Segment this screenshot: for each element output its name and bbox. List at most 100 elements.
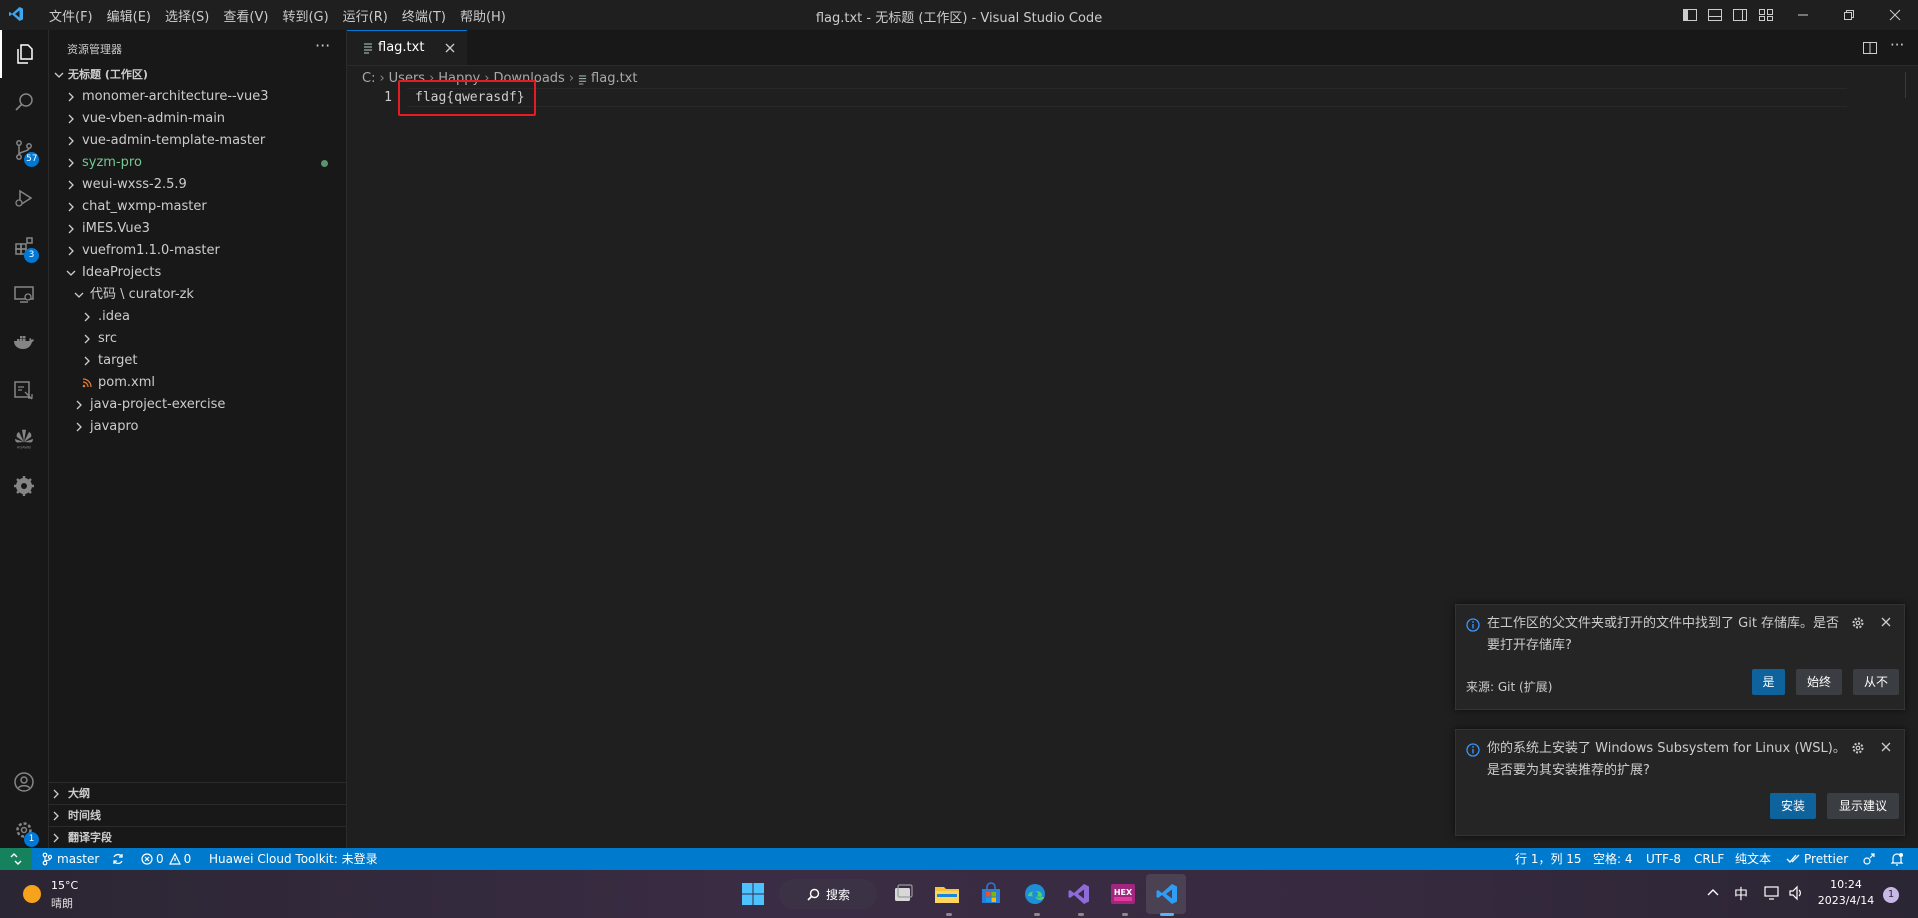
visual-studio-icon[interactable]: [1064, 879, 1094, 909]
chevron-right-icon: [51, 811, 61, 821]
menu-help[interactable]: 帮助(H): [453, 6, 513, 25]
toggle-panel-icon[interactable]: [1707, 7, 1723, 23]
huawei-status[interactable]: Huawei Cloud Toolkit: 未登录: [209, 848, 378, 870]
install-button[interactable]: 安装: [1770, 793, 1816, 819]
editor-more-icon[interactable]: ···: [1890, 36, 1904, 54]
notification-count-badge[interactable]: 1: [1883, 887, 1899, 903]
clock-time[interactable]: 10:24: [1822, 878, 1870, 891]
never-button[interactable]: 从不: [1853, 669, 1899, 695]
close-tab-icon[interactable]: [444, 42, 456, 54]
network-icon[interactable]: [1764, 885, 1780, 901]
project-manager-icon[interactable]: [0, 366, 48, 414]
menu-terminal[interactable]: 终端(T): [395, 6, 453, 25]
more-actions-button[interactable]: ···: [315, 36, 330, 55]
end-of-line[interactable]: CRLF: [1694, 848, 1724, 870]
problems-item[interactable]: 0 0: [141, 848, 191, 870]
close-window-icon[interactable]: [1872, 0, 1918, 30]
vscode-icon[interactable]: [1152, 879, 1182, 909]
menu-selection[interactable]: 选择(S): [158, 6, 216, 25]
cursor-position[interactable]: 行 1，列 15: [1515, 848, 1582, 870]
ime-indicator[interactable]: 中: [1734, 884, 1748, 904]
tree-item-vue-admin-template[interactable]: vue-admin-template-master: [49, 130, 346, 152]
settings-sync-icon[interactable]: [0, 462, 48, 510]
prettier-item[interactable]: Prettier: [1786, 848, 1848, 870]
breadcrumb-item[interactable]: flag.txt: [591, 68, 637, 90]
show-recommendations-button[interactable]: 显示建议: [1827, 793, 1899, 819]
tree-item-monomer[interactable]: monomer-architecture--vue3: [49, 86, 346, 108]
gear-icon[interactable]: [1851, 741, 1865, 755]
workspace-header[interactable]: 无标题 (工作区): [49, 64, 346, 86]
chevron-down-icon: [51, 64, 67, 86]
file-explorer-icon[interactable]: [932, 879, 962, 909]
volume-icon[interactable]: [1788, 885, 1804, 901]
toggle-secondary-sidebar-icon[interactable]: [1732, 7, 1748, 23]
section-timeline[interactable]: 时间线: [49, 804, 346, 826]
toggle-primary-sidebar-icon[interactable]: [1682, 7, 1698, 23]
tree-item-ideaprojects[interactable]: IdeaProjects: [49, 262, 346, 284]
svg-text:HUAWEI: HUAWEI: [17, 446, 31, 450]
manage-gear-icon[interactable]: 1: [0, 806, 48, 854]
close-icon[interactable]: [1880, 616, 1892, 628]
tree-item-weui[interactable]: weui-wxss-2.5.9: [49, 174, 346, 196]
encoding[interactable]: UTF-8: [1646, 848, 1681, 870]
run-debug-icon[interactable]: [0, 174, 48, 222]
breadcrumb-item[interactable]: C:: [362, 68, 375, 90]
tray-chevron-up-icon[interactable]: [1707, 887, 1719, 897]
extensions-icon[interactable]: 3: [0, 222, 48, 270]
tree-item-target[interactable]: target: [49, 350, 346, 372]
overview-ruler[interactable]: [1905, 72, 1914, 98]
huawei-icon[interactable]: HUAWEI: [0, 414, 48, 462]
weather-sun-icon[interactable]: [21, 883, 43, 905]
section-translate-fields[interactable]: 翻译字段: [49, 826, 346, 848]
chevron-right-icon: [63, 240, 79, 262]
tree-item-vuefrom[interactable]: vuefrom1.1.0-master: [49, 240, 346, 262]
clock-date[interactable]: 2023/4/14: [1815, 894, 1877, 907]
restore-icon[interactable]: [1826, 0, 1872, 30]
split-editor-icon[interactable]: [1862, 40, 1878, 56]
info-icon: [1466, 743, 1480, 757]
menu-file[interactable]: 文件(F): [42, 6, 100, 25]
store-icon[interactable]: [976, 879, 1006, 909]
tree-item-java-project-exercise[interactable]: java-project-exercise: [49, 394, 346, 416]
tree-item-idea[interactable]: .idea: [49, 306, 346, 328]
minimize-icon[interactable]: [1780, 0, 1826, 30]
section-outline[interactable]: 大纲: [49, 782, 346, 804]
customize-layout-icon[interactable]: [1758, 7, 1774, 23]
tab-flag-txt[interactable]: flag.txt: [347, 30, 467, 65]
yes-button[interactable]: 是: [1752, 669, 1785, 695]
language-mode[interactable]: 纯文本: [1735, 848, 1771, 870]
menu-edit[interactable]: 编辑(E): [100, 6, 158, 25]
menu-view[interactable]: 查看(V): [216, 6, 275, 25]
gear-icon[interactable]: [1851, 616, 1865, 630]
tree-item-pom-xml[interactable]: pom.xml: [49, 372, 346, 394]
task-view-icon[interactable]: [888, 879, 918, 909]
always-button[interactable]: 始终: [1796, 669, 1842, 695]
menu-run[interactable]: 运行(R): [336, 6, 395, 25]
menu-go[interactable]: 转到(G): [275, 6, 335, 25]
indentation[interactable]: 空格: 4: [1593, 848, 1633, 870]
search-icon[interactable]: [0, 78, 48, 126]
branch-item[interactable]: master: [42, 848, 99, 870]
remote-indicator-icon[interactable]: [0, 848, 32, 870]
edge-icon[interactable]: [1020, 879, 1050, 909]
close-icon[interactable]: [1880, 741, 1892, 753]
start-icon[interactable]: [738, 879, 768, 909]
tree-item-javapro[interactable]: javapro: [49, 416, 346, 438]
account-icon[interactable]: [0, 758, 48, 806]
taskbar-search-box[interactable]: 搜索: [779, 879, 877, 909]
remote-explorer-icon[interactable]: [0, 270, 48, 318]
tree-item-vue-vben[interactable]: vue-vben-admin-main: [49, 108, 346, 130]
tree-item-imes[interactable]: iMES.Vue3: [49, 218, 346, 240]
tree-item-syzm-pro[interactable]: syzm-pro: [49, 152, 346, 174]
tree-item-src[interactable]: src: [49, 328, 346, 350]
feedback-icon[interactable]: [1862, 848, 1876, 870]
tree-item-chat-wxmp[interactable]: chat_wxmp-master: [49, 196, 346, 218]
windows-taskbar: 15°C 晴朗 搜索 HEX 中 10:24 2023/4/14 1: [0, 870, 1918, 918]
hex-editor-icon[interactable]: HEX: [1108, 879, 1138, 909]
explorer-icon[interactable]: [0, 30, 48, 78]
sync-icon[interactable]: [111, 848, 125, 870]
tree-item-curator-zk[interactable]: 代码 \ curator-zk: [49, 284, 346, 306]
notifications-bell-icon[interactable]: [1890, 848, 1904, 870]
docker-icon[interactable]: [0, 318, 48, 366]
source-control-icon[interactable]: 57: [0, 126, 48, 174]
